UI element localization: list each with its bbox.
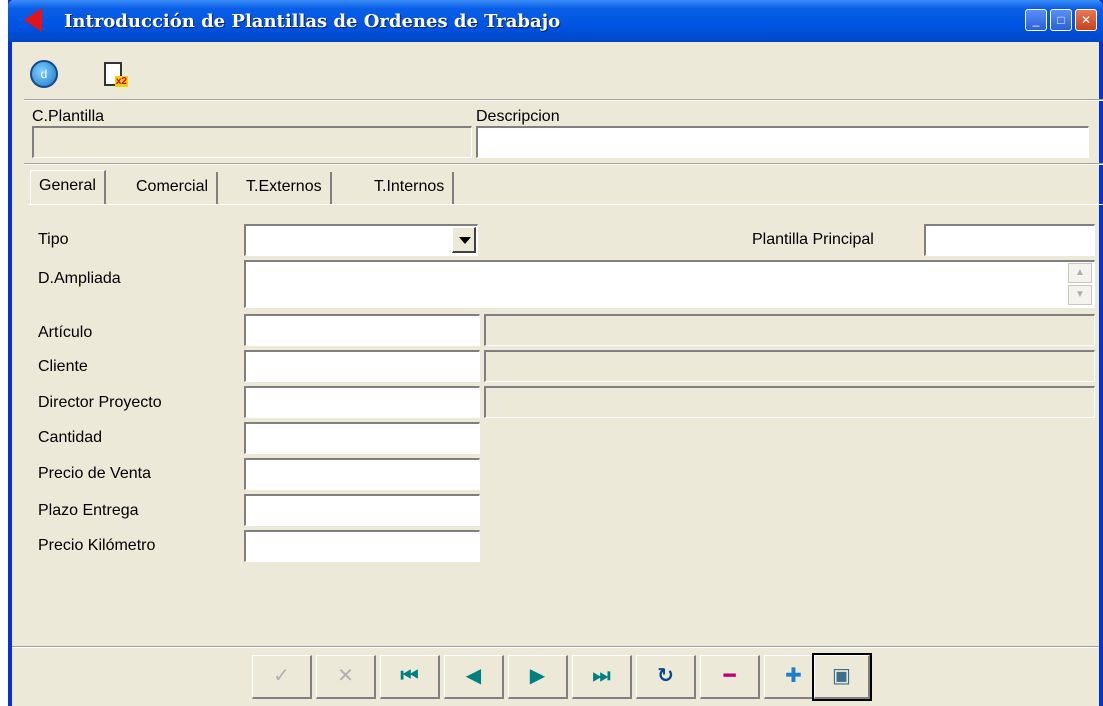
scroll-up-icon[interactable]: ▲	[1068, 263, 1092, 283]
first-record-button[interactable]: ⏮	[380, 655, 440, 699]
prev-record-button[interactable]: ◀	[444, 655, 504, 699]
director-proyecto-field[interactable]	[244, 386, 480, 418]
precio-venta-label: Precio de Venta	[38, 465, 151, 482]
cliente-name-field	[484, 350, 1095, 382]
toolbar	[12, 42, 1099, 100]
tipo-select[interactable]	[244, 224, 478, 256]
confirm-button[interactable]: ✓	[252, 655, 312, 699]
tab-t-internos[interactable]: T.Internos	[366, 172, 455, 204]
header-divider	[24, 163, 1103, 165]
articulo-label: Artículo	[38, 324, 93, 341]
close-button[interactable]: ✕	[1075, 9, 1097, 31]
refresh-button[interactable]: ↻	[636, 655, 696, 699]
delete-button[interactable]: ━	[700, 655, 760, 699]
cplantilla-field[interactable]	[32, 126, 472, 158]
window-title: Introducción de Plantillas de Ordenes de…	[64, 11, 561, 32]
cancel-button[interactable]: ✕	[316, 655, 376, 699]
toolbar-divider	[24, 99, 1103, 101]
cantidad-label: Cantidad	[38, 429, 103, 446]
plazo-entrega-field[interactable]	[244, 494, 480, 526]
last-record-button[interactable]: ⏭	[572, 655, 632, 699]
articulo-code-field[interactable]	[244, 314, 480, 346]
copy-badge: x2	[114, 76, 128, 87]
scroll-down-icon[interactable]: ▼	[1068, 285, 1092, 305]
next-record-button[interactable]: ▶	[508, 655, 568, 699]
tab-general[interactable]: General	[30, 170, 106, 204]
plazo-entrega-label: Plazo Entrega	[38, 502, 139, 519]
precio-kilometro-label: Precio Kilómetro	[38, 537, 156, 554]
cliente-code-field[interactable]	[244, 350, 480, 382]
chevron-down-icon[interactable]	[452, 227, 476, 253]
d-ampliada-label: D.Ampliada	[38, 270, 121, 287]
exit-button[interactable]: ▣	[812, 653, 872, 701]
director-proyecto-name-field	[484, 386, 1095, 418]
plantilla-principal-field[interactable]	[924, 224, 1095, 256]
precio-venta-field[interactable]	[244, 458, 480, 490]
minimize-button[interactable]: _	[1025, 9, 1047, 31]
tab-comercial[interactable]: Comercial	[128, 172, 219, 204]
bottom-divider	[12, 646, 1099, 648]
cplantilla-label: C.Plantilla	[32, 108, 105, 125]
tipo-label: Tipo	[38, 231, 69, 248]
articulo-description-field	[484, 314, 1095, 346]
window: Introducción de Plantillas de Ordenes de…	[8, 0, 1103, 706]
title-bar[interactable]: Introducción de Plantillas de Ordenes de…	[8, 0, 1103, 42]
cliente-label: Cliente	[38, 358, 88, 375]
maximize-button[interactable]: □	[1050, 9, 1072, 31]
director-proyecto-label: Director Proyecto	[38, 394, 162, 411]
cantidad-field[interactable]	[244, 422, 480, 454]
d-ampliada-textarea[interactable]: ▲ ▼	[244, 260, 1095, 308]
plantilla-principal-label: Plantilla Principal	[752, 231, 874, 248]
descripcion-field[interactable]	[476, 126, 1089, 158]
disk-icon[interactable]: d	[30, 60, 58, 88]
descripcion-label: Descripcion	[476, 108, 560, 125]
copy-document-icon[interactable]: x2	[104, 62, 128, 87]
tab-t-externos[interactable]: T.Externos	[238, 172, 332, 204]
precio-kilometro-field[interactable]	[244, 530, 480, 562]
app-icon	[24, 8, 42, 32]
